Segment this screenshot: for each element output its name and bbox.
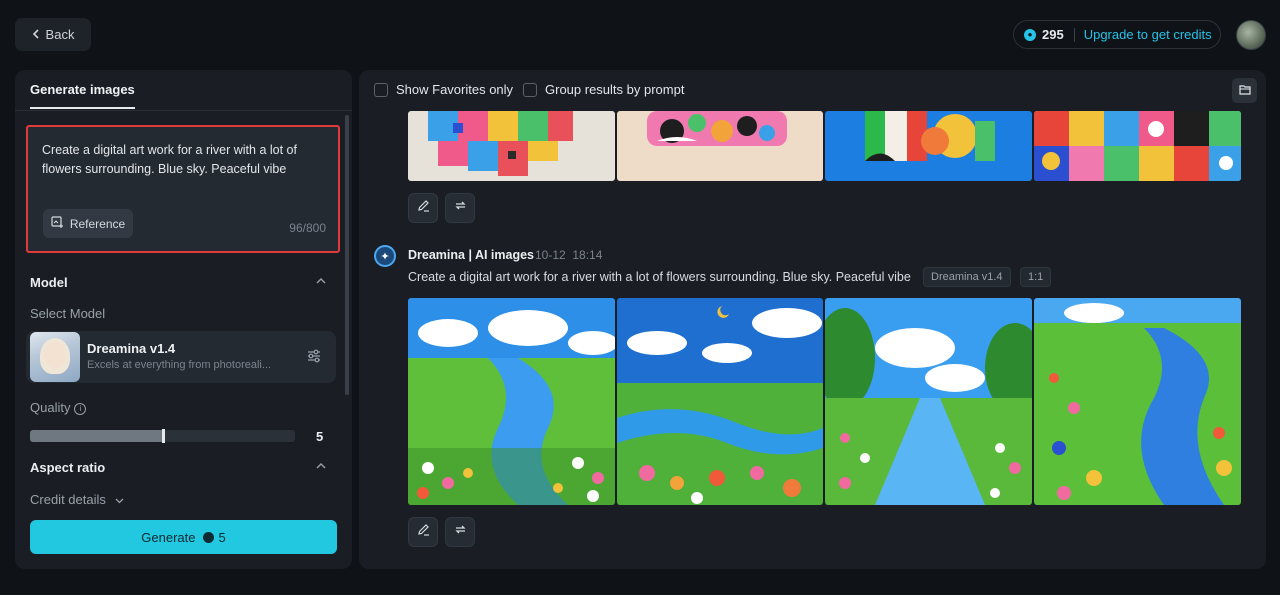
refresh-icon bbox=[454, 523, 467, 541]
chevron-down-icon bbox=[115, 492, 124, 507]
checkbox[interactable] bbox=[523, 82, 537, 97]
credits-pill[interactable]: ● 295 Upgrade to get credits bbox=[1013, 20, 1221, 49]
dreamina-logo-icon: ✦ bbox=[374, 245, 396, 267]
group-results-label: Group results by prompt bbox=[545, 82, 685, 97]
upgrade-link[interactable]: Upgrade to get credits bbox=[1084, 27, 1212, 42]
pencil-icon bbox=[417, 199, 430, 217]
generate-label: Generate bbox=[141, 529, 196, 545]
model-description: Excels at everything from photoreali... bbox=[87, 359, 272, 371]
generated-image[interactable] bbox=[408, 111, 615, 181]
folder-icon bbox=[1238, 82, 1251, 100]
divider bbox=[1073, 27, 1075, 42]
generated-image[interactable] bbox=[617, 111, 823, 181]
generation-author: Dreamina | AI images bbox=[408, 248, 535, 262]
model-thumbnail bbox=[30, 332, 80, 382]
credit-coin-icon bbox=[203, 531, 215, 543]
prompt-input[interactable]: Create a digital art work for a river wi… bbox=[26, 125, 340, 253]
chevron-up-icon[interactable] bbox=[316, 461, 326, 472]
generate-panel: Generate images Create a digital art wor… bbox=[15, 70, 352, 569]
info-icon[interactable]: i bbox=[74, 402, 87, 415]
back-label: Back bbox=[45, 27, 75, 42]
back-button[interactable]: Back bbox=[15, 18, 91, 51]
tab-generate-images[interactable]: Generate images bbox=[30, 82, 135, 109]
credit-coin-icon: ● bbox=[1024, 28, 1036, 41]
scrollbar[interactable] bbox=[345, 115, 349, 395]
generated-image[interactable] bbox=[1034, 111, 1241, 181]
regenerate-button[interactable] bbox=[445, 517, 475, 547]
edit-button[interactable] bbox=[408, 193, 438, 223]
prompt-text[interactable]: Create a digital art work for a river wi… bbox=[42, 141, 322, 179]
quality-value: 5 bbox=[316, 429, 324, 444]
generated-image[interactable] bbox=[825, 298, 1032, 505]
regenerate-button[interactable] bbox=[445, 193, 475, 223]
generation-prompt: Create a digital art work for a river wi… bbox=[408, 270, 911, 284]
quality-slider-fill bbox=[30, 430, 163, 442]
avatar[interactable] bbox=[1236, 20, 1266, 50]
model-selector[interactable]: Dreamina v1.4 Excels at everything from … bbox=[26, 331, 336, 383]
group-results-toggle[interactable]: Group results by prompt bbox=[523, 82, 684, 97]
model-section-title: Model bbox=[30, 275, 68, 290]
char-count: 96/800 bbox=[289, 221, 326, 235]
reference-label: Reference bbox=[69, 216, 126, 231]
model-tag: Dreamina v1.4 bbox=[923, 267, 1011, 287]
generated-image[interactable] bbox=[408, 298, 615, 505]
show-favorites-label: Show Favorites only bbox=[396, 82, 514, 97]
generated-image[interactable] bbox=[825, 111, 1032, 181]
credit-count: 295 bbox=[1042, 27, 1064, 42]
generate-button[interactable]: Generate 5 bbox=[30, 520, 337, 554]
edit-button[interactable] bbox=[408, 517, 438, 547]
aspect-ratio-title: Aspect ratio bbox=[30, 460, 106, 475]
quality-slider[interactable] bbox=[30, 429, 295, 443]
refresh-icon bbox=[454, 199, 467, 217]
sliders-icon[interactable] bbox=[306, 348, 322, 364]
divider bbox=[15, 110, 352, 111]
model-name: Dreamina v1.4 bbox=[87, 341, 176, 356]
chevron-left-icon bbox=[32, 27, 40, 42]
results-panel: Show Favorites only Group results by pro… bbox=[359, 70, 1266, 569]
folder-button[interactable] bbox=[1232, 78, 1257, 103]
ratio-tag: 1:1 bbox=[1020, 267, 1052, 287]
generation-timestamp: 10-12 18:14 bbox=[535, 248, 603, 262]
generated-image[interactable] bbox=[617, 298, 823, 505]
credit-details-toggle[interactable]: Credit details bbox=[30, 492, 124, 507]
select-model-label: Select Model bbox=[30, 306, 106, 321]
quality-label: Quality i bbox=[30, 400, 87, 415]
chevron-up-icon[interactable] bbox=[316, 276, 326, 287]
generate-cost: 5 bbox=[218, 529, 226, 545]
image-add-icon bbox=[51, 215, 64, 232]
quality-slider-handle[interactable] bbox=[161, 429, 165, 443]
show-favorites-toggle[interactable]: Show Favorites only bbox=[374, 82, 513, 97]
checkbox[interactable] bbox=[374, 82, 388, 97]
pencil-icon bbox=[417, 523, 430, 541]
generated-image[interactable] bbox=[1034, 298, 1241, 505]
reference-button[interactable]: Reference bbox=[43, 209, 133, 238]
